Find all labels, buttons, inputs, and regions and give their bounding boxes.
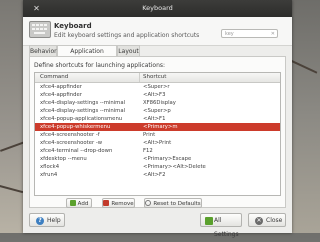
panel-description: Define shortcuts for launching applicati… [34,62,166,69]
row-shortcut: <Alt>F2 [143,172,166,178]
row-shortcut: XF86Display [143,100,176,106]
row-shortcut: <Primary>Escape [143,156,192,162]
help-label: Help [47,217,61,224]
help-button[interactable]: ? Help [29,213,65,227]
dialog-header: Keyboard Edit keyboard settings and appl… [23,17,292,46]
table-row[interactable]: xfce4-appfinder <Super>r [35,83,280,91]
row-shortcut: <Alt>F3 [143,92,166,98]
table-row[interactable]: xfce4-screenshooter -f Print [35,131,280,139]
add-button[interactable]: Add [66,198,92,208]
row-command: xfce4-terminal --drop-down [40,148,113,154]
tab-behavior[interactable]: Behavior [29,45,57,56]
table-header: Command Shortcut [35,73,280,83]
row-shortcut: <Super>p [143,108,171,114]
clear-icon[interactable]: ✕ [271,30,275,39]
all-settings-button[interactable]: All Settings [200,213,242,238]
shortcuts-panel: Define shortcuts for launching applicati… [29,56,286,208]
settings-icon [205,217,213,225]
table-row[interactable]: xfce4-popup-whiskermenu <Primary>m [35,123,280,131]
desktop-background-right [290,0,320,233]
row-command: xflock4 [40,164,60,170]
row-shortcut: Print [143,132,156,138]
row-command: xfce4-screenshooter -f [40,132,100,138]
shortcuts-table[interactable]: Command Shortcut xfce4-appfinder <Super>r… [34,72,281,196]
table-row[interactable]: xfce4-display-settings --minimal <Super>p [35,107,280,115]
row-shortcut: <Primary>m [143,124,178,130]
row-shortcut: <Super>r [143,84,170,90]
dialog-title: Keyboard [54,22,92,30]
column-shortcut[interactable]: Shortcut [139,73,166,82]
table-row[interactable]: xfce4-screenshooter -w <Alt>Print [35,139,280,147]
row-command: xfce4-appfinder [40,84,82,90]
keyboard-window: ✕ Keyboard Keyboard Edit keyboard settin… [23,0,292,238]
table-row[interactable]: xfce4-appfinder <Alt>F3 [35,91,280,99]
table-row[interactable]: xfce4-popup-applicationsmenu <Alt>F1 [35,115,280,123]
row-command: xfdesktop --menu [40,156,87,162]
row-command: xfrun4 [40,172,58,178]
close-icon: ✕ [255,217,263,225]
reset-to-defaults-button[interactable]: Reset to Defaults [144,198,202,208]
row-shortcut: <Alt>F1 [143,116,166,122]
search-input[interactable]: key ✕ [221,29,278,38]
remove-label: Remove [111,201,134,207]
reset-label: Reset to Defaults [153,201,201,207]
window-title: Keyboard [142,4,173,12]
add-label: Add [77,201,89,207]
table-row[interactable]: xfrun4 <Alt>F2 [35,171,280,179]
dialog-subtitle: Edit keyboard settings and application s… [54,32,200,39]
row-shortcut: <Primary><Alt>Delete [143,164,206,170]
row-command: xfce4-appfinder [40,92,82,98]
row-command: xfce4-popup-whiskermenu [40,124,111,130]
column-command[interactable]: Command [40,73,68,82]
row-command: xfce4-display-settings --minimal [40,100,126,106]
table-rows: xfce4-appfinder <Super>r xfce4-appfinder <A… [35,83,280,179]
titlebar: ✕ Keyboard [23,0,292,17]
keyboard-icon [29,21,51,38]
desktop-background-left [0,0,23,233]
table-row[interactable]: xfce4-terminal --drop-down F12 [35,147,280,155]
tab-layout[interactable]: Layout [117,45,140,56]
close-button[interactable]: ✕ Close [248,213,286,227]
remove-button[interactable]: Remove [102,198,135,208]
reset-icon [145,200,152,206]
row-shortcut: F12 [143,148,153,154]
row-command: xfce4-popup-applicationsmenu [40,116,123,122]
table-row[interactable]: xfdesktop --menu <Primary>Escape [35,155,280,163]
row-command: xfce4-screenshooter -w [40,140,103,146]
remove-icon [103,200,110,206]
help-icon: ? [36,217,44,225]
search-placeholder: key [225,31,234,37]
all-settings-label: All Settings [214,217,239,238]
row-command: xfce4-display-settings --minimal [40,108,126,114]
table-row[interactable]: xflock4 <Primary><Alt>Delete [35,163,280,171]
table-row[interactable]: xfce4-display-settings --minimal XF86Disp… [35,99,280,107]
close-label: Close [266,217,283,224]
add-icon [69,200,76,206]
row-shortcut: <Alt>Print [143,140,172,146]
